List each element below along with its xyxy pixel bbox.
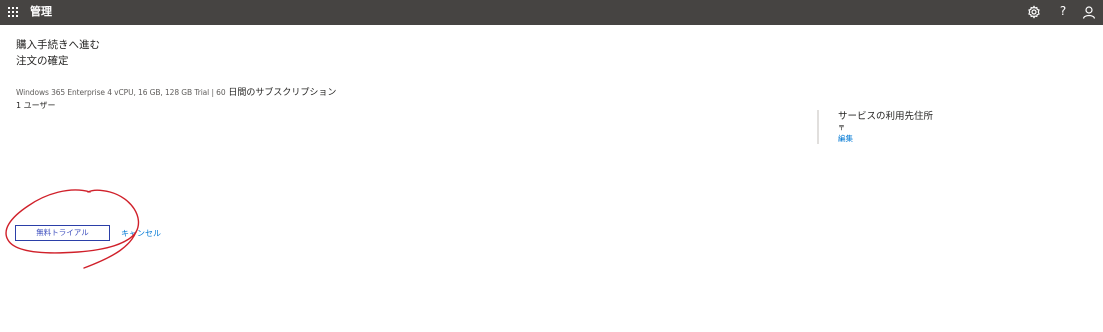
user-count: 1 ユーザー bbox=[16, 101, 56, 110]
waffle-icon[interactable] bbox=[8, 7, 18, 17]
breadcrumb: 購入手続きへ進む bbox=[16, 39, 100, 51]
postal-mark: 〒 bbox=[838, 124, 845, 132]
service-address-heading: サービスの利用先住所 bbox=[838, 111, 934, 122]
annotation-circle bbox=[5, 189, 140, 269]
edit-address-link[interactable]: 編集 bbox=[838, 134, 853, 144]
subscription-term: 日間のサブスクリプション bbox=[225, 88, 337, 98]
app-title: 管理 bbox=[30, 5, 52, 18]
user-icon[interactable] bbox=[1082, 5, 1096, 19]
top-bar: 管理 ? bbox=[0, 0, 1103, 25]
page-title: 注文の確定 bbox=[16, 55, 69, 67]
help-icon[interactable]: ? bbox=[1057, 3, 1069, 19]
side-panel-divider bbox=[817, 110, 819, 144]
product-name: Windows 365 Enterprise 4 vCPU, 16 GB, 12… bbox=[16, 88, 226, 97]
product-description: Windows 365 Enterprise 4 vCPU, 16 GB, 12… bbox=[16, 86, 336, 100]
gear-icon[interactable] bbox=[1027, 5, 1041, 19]
